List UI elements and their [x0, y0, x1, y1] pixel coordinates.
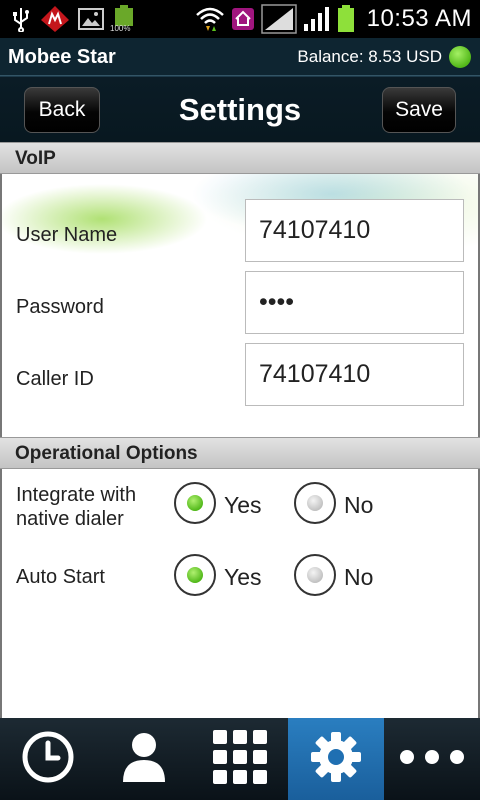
integrate-dialer-label-line1: Integrate with: [16, 484, 137, 506]
bottom-nav: [0, 718, 480, 800]
mobee-notification-icon: [40, 5, 70, 33]
caller-id-label: Caller ID: [16, 368, 94, 390]
auto-start-no-label[interactable]: No: [344, 564, 373, 591]
wifi-icon: [195, 6, 225, 32]
gear-icon: [309, 730, 363, 789]
radio-selected-dot: [187, 495, 203, 511]
radio-selected-dot: [187, 567, 203, 583]
more-icon: [397, 747, 467, 772]
usb-icon: [10, 6, 32, 32]
integrate-dialer-no-label[interactable]: No: [344, 492, 373, 519]
save-button[interactable]: Save: [382, 87, 456, 133]
options-section-header: Operational Options: [0, 437, 480, 469]
auto-start-yes-label[interactable]: Yes: [224, 564, 262, 591]
clock-time: 10:53 AM: [366, 5, 472, 32]
nav-history[interactable]: [0, 718, 96, 800]
contact-icon: [121, 730, 167, 789]
title-bar: Back Settings Save: [0, 76, 480, 142]
nav-contacts[interactable]: [96, 718, 192, 800]
radio-unselected-dot: [307, 495, 323, 511]
options-panel: Integrate with native dialer Yes No Auto…: [0, 469, 480, 718]
integrate-dialer-yes-radio[interactable]: [174, 482, 216, 524]
integrate-dialer-label-line2: native dialer: [16, 508, 124, 530]
clock-icon: [21, 730, 75, 789]
nav-dialpad[interactable]: [192, 718, 288, 800]
password-input[interactable]: ••••: [245, 271, 464, 334]
integrate-dialer-no-radio[interactable]: [294, 482, 336, 524]
app-name: Mobee Star: [8, 46, 116, 68]
balance-status-indicator: [449, 46, 471, 68]
dialpad-icon: [213, 729, 267, 789]
user-name-input[interactable]: 74107410: [245, 199, 464, 262]
integrate-dialer-label: Integrate with native dialer: [16, 483, 136, 531]
radio-unselected-dot: [307, 567, 323, 583]
balance-text: Balance: 8.53 USD: [297, 47, 442, 66]
auto-start-yes-radio[interactable]: [174, 554, 216, 596]
caller-id-input[interactable]: 74107410: [245, 343, 464, 406]
integrate-dialer-yes-label[interactable]: Yes: [224, 492, 262, 519]
auto-start-label: Auto Start: [16, 566, 105, 588]
user-name-label: User Name: [16, 224, 118, 246]
voip-section-header: VoIP: [0, 142, 480, 174]
image-icon: [78, 8, 104, 30]
auto-start-no-radio[interactable]: [294, 554, 336, 596]
settings-content: VoIP User Name 74107410 Password •••• Ca…: [0, 142, 480, 718]
signal-icon: [303, 6, 331, 32]
home-app-icon: [231, 7, 255, 31]
battery-icon: [337, 5, 355, 33]
nav-settings[interactable]: [288, 718, 384, 800]
battery-small-label: 100%: [110, 24, 131, 33]
voip-panel: User Name 74107410 Password •••• Caller …: [0, 174, 480, 437]
nav-more[interactable]: [384, 718, 480, 800]
password-label: Password: [16, 296, 104, 318]
app-bar: Mobee Star Balance: 8.53 USD: [0, 38, 480, 76]
battery-small-icon: 100%: [110, 5, 136, 33]
status-bar: 100% 10:53 AM: [0, 0, 480, 38]
signal-icon: [260, 4, 297, 34]
